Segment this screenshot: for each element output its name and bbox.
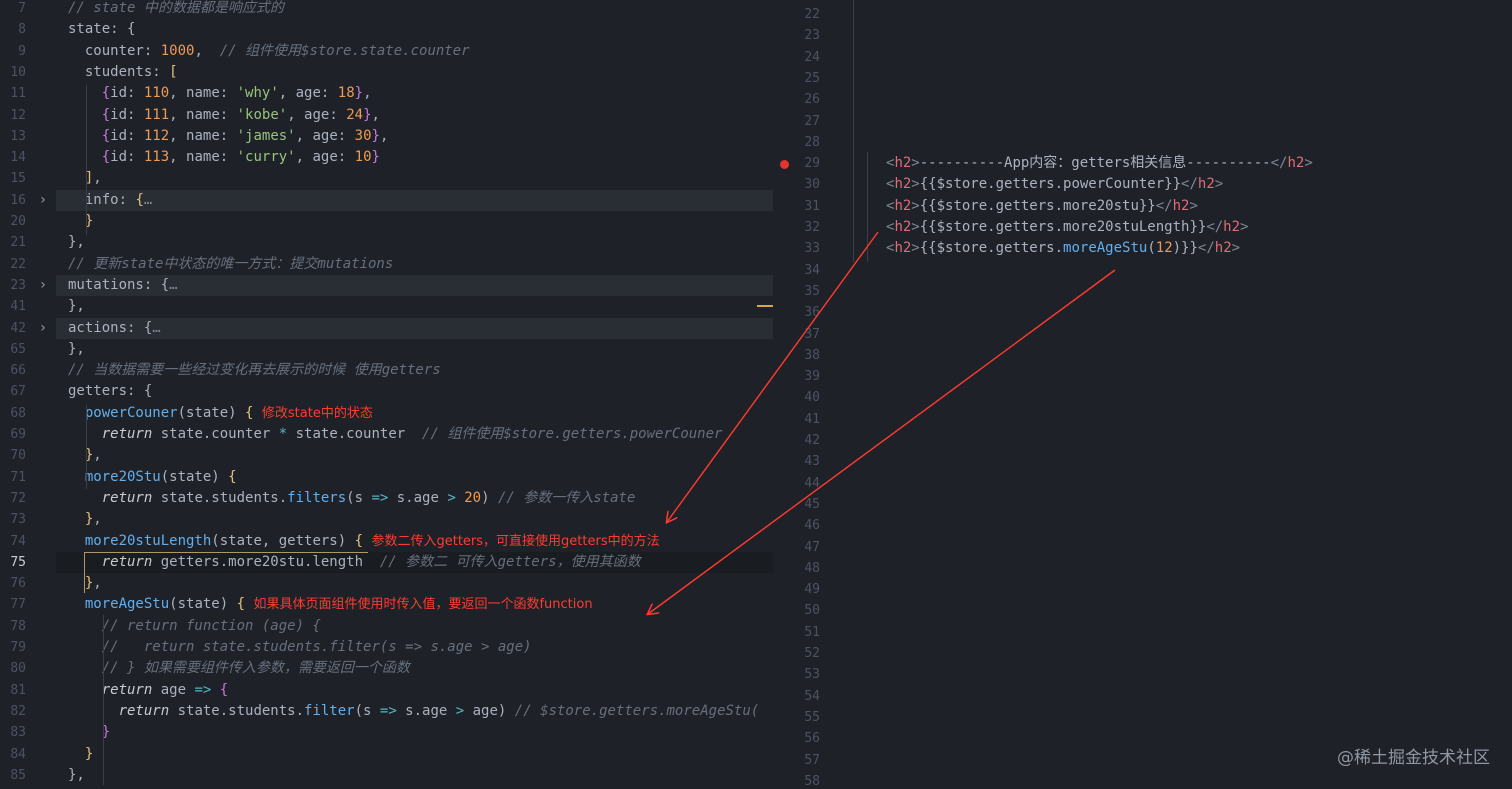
annotation-arrows <box>0 231 1116 789</box>
arrow-to-moreAgeStu <box>648 269 1116 614</box>
watermark: @稀土掘金技术社区 <box>1337 748 1490 768</box>
arrow-to-more20stuLength <box>667 231 879 522</box>
